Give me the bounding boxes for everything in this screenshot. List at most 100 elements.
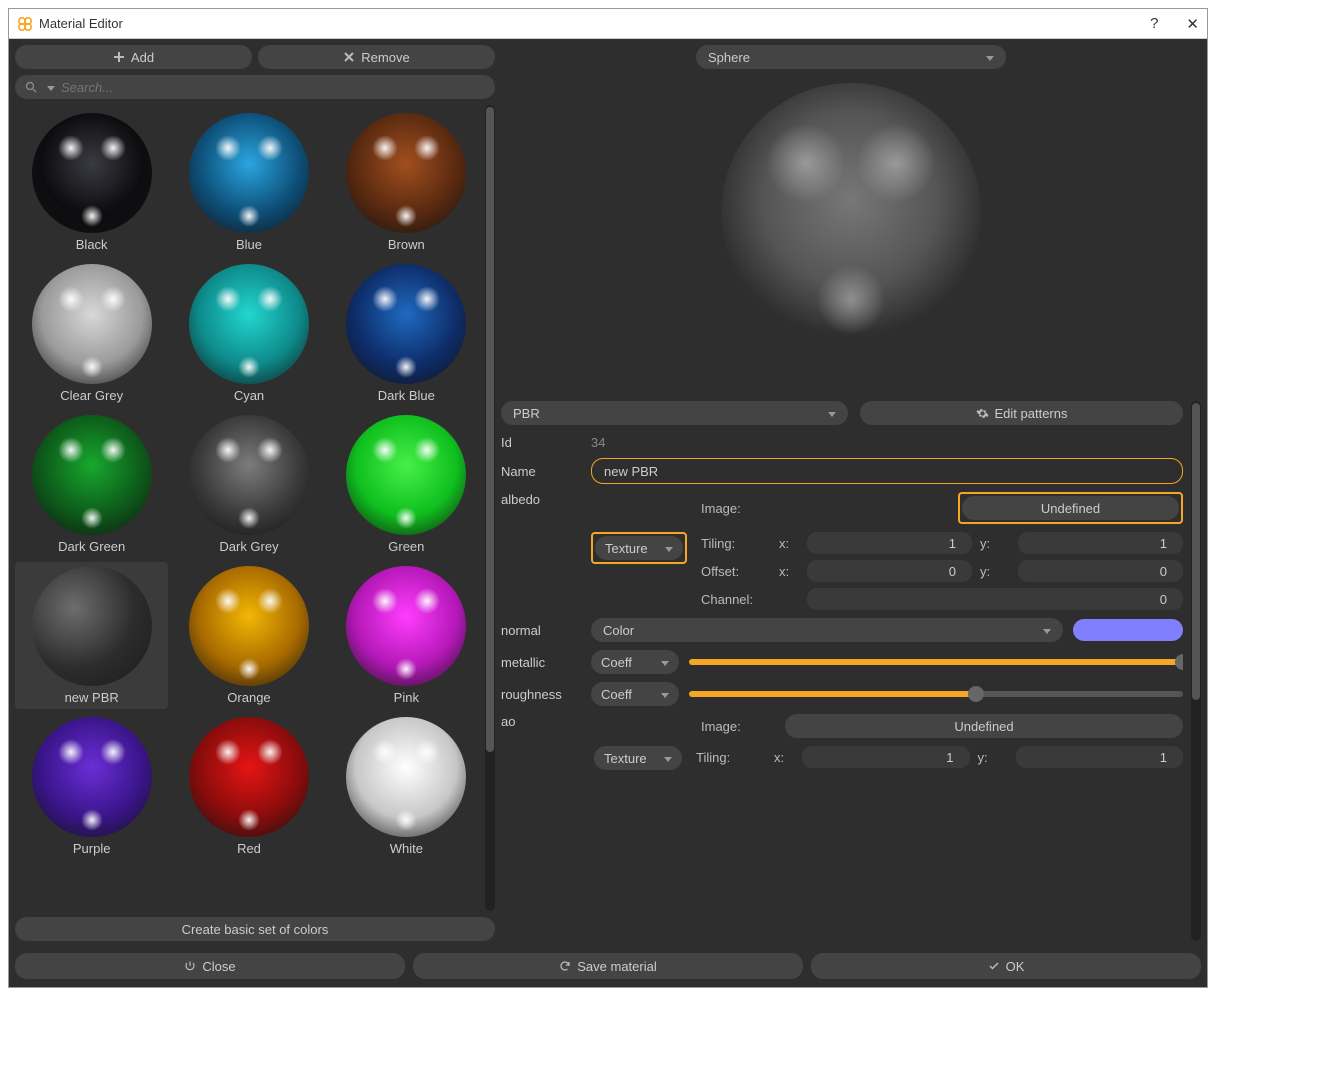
chevron-down-icon bbox=[660, 751, 672, 766]
material-sphere-icon bbox=[189, 113, 309, 233]
search-filter-caret-icon[interactable] bbox=[43, 80, 55, 95]
properties-panel: Sphere PBR bbox=[501, 45, 1201, 941]
window-title: Material Editor bbox=[39, 16, 1150, 31]
ao-image-button[interactable]: Undefined bbox=[785, 714, 1183, 738]
material-label: Cyan bbox=[234, 388, 264, 403]
material-label: Purple bbox=[73, 841, 111, 856]
material-sphere-icon bbox=[346, 264, 466, 384]
material-item[interactable]: Clear Grey bbox=[15, 260, 168, 407]
material-item[interactable]: White bbox=[330, 713, 483, 860]
image-label: Image: bbox=[701, 501, 771, 516]
power-icon bbox=[184, 960, 196, 972]
material-label: Dark Blue bbox=[378, 388, 435, 403]
material-sphere-icon bbox=[346, 113, 466, 233]
metallic-mode-dropdown[interactable]: Coeff bbox=[591, 650, 679, 674]
remove-icon bbox=[343, 51, 355, 63]
material-item[interactable]: Purple bbox=[15, 713, 168, 860]
roughness-slider[interactable] bbox=[689, 683, 1183, 705]
material-item[interactable]: Red bbox=[172, 713, 325, 860]
material-item[interactable]: Cyan bbox=[172, 260, 325, 407]
remove-button[interactable]: Remove bbox=[258, 45, 495, 69]
remove-label: Remove bbox=[361, 50, 409, 65]
albedo-mode-dropdown[interactable]: Texture bbox=[595, 536, 683, 560]
material-sphere-icon bbox=[32, 113, 152, 233]
name-input[interactable] bbox=[591, 458, 1183, 484]
material-item[interactable]: Dark Grey bbox=[172, 411, 325, 558]
ao-tiling-x[interactable]: 1 bbox=[802, 746, 970, 768]
material-item[interactable]: Brown bbox=[330, 109, 483, 256]
chevron-down-icon bbox=[824, 406, 836, 421]
material-scrollbar[interactable] bbox=[485, 105, 495, 911]
search-input[interactable] bbox=[61, 80, 485, 95]
chevron-down-icon bbox=[1039, 623, 1051, 638]
material-item[interactable]: Orange bbox=[172, 562, 325, 709]
material-type-dropdown[interactable]: PBR bbox=[501, 401, 848, 425]
albedo-channel[interactable]: 0 bbox=[807, 588, 1183, 610]
material-sphere-icon bbox=[189, 566, 309, 686]
material-item[interactable]: Black bbox=[15, 109, 168, 256]
ao-label: ao bbox=[501, 714, 581, 729]
albedo-offset-x[interactable]: 0 bbox=[807, 560, 972, 582]
material-sphere-icon bbox=[32, 264, 152, 384]
preview-shape-dropdown[interactable]: Sphere bbox=[696, 45, 1006, 69]
properties-scrollbar[interactable] bbox=[1191, 401, 1201, 941]
material-editor-window: Material Editor ? ✕ Add bbox=[8, 8, 1208, 988]
material-list-panel: Add Remove bbox=[15, 45, 495, 941]
albedo-tiling-x[interactable]: 1 bbox=[807, 532, 972, 554]
app-logo-icon bbox=[17, 16, 33, 32]
titlebar: Material Editor ? ✕ bbox=[9, 9, 1207, 39]
material-item[interactable]: Dark Blue bbox=[330, 260, 483, 407]
albedo-tiling-y[interactable]: 1 bbox=[1018, 532, 1183, 554]
albedo-label: albedo bbox=[501, 492, 581, 507]
ao-tiling-y[interactable]: 1 bbox=[1016, 746, 1184, 768]
ok-button[interactable]: OK bbox=[811, 953, 1201, 979]
normal-color-swatch[interactable] bbox=[1073, 619, 1183, 641]
add-button[interactable]: Add bbox=[15, 45, 252, 69]
add-label: Add bbox=[131, 50, 154, 65]
material-sphere-icon bbox=[189, 415, 309, 535]
ao-mode-dropdown[interactable]: Texture bbox=[594, 746, 682, 770]
material-sphere-icon bbox=[346, 415, 466, 535]
material-label: Brown bbox=[388, 237, 425, 252]
name-label: Name bbox=[501, 464, 581, 479]
normal-mode-dropdown[interactable]: Color bbox=[591, 618, 1063, 642]
content-area: Add Remove bbox=[9, 39, 1207, 987]
material-grid[interactable]: BlackBlue Brown Clear Grey Cyan Dark Blue Dar… bbox=[15, 105, 483, 911]
material-item[interactable]: Pink bbox=[330, 562, 483, 709]
material-item[interactable]: Green bbox=[330, 411, 483, 558]
metallic-slider[interactable] bbox=[689, 651, 1183, 673]
chevron-down-icon bbox=[657, 655, 669, 670]
material-label: Dark Grey bbox=[219, 539, 278, 554]
id-label: Id bbox=[501, 435, 581, 450]
material-label: new PBR bbox=[65, 690, 119, 705]
albedo-offset-y[interactable]: 0 bbox=[1018, 560, 1183, 582]
help-button[interactable]: ? bbox=[1150, 15, 1158, 33]
close-button[interactable]: Close bbox=[15, 953, 405, 979]
material-item[interactable]: Dark Green bbox=[15, 411, 168, 558]
chevron-down-icon bbox=[661, 541, 673, 556]
material-sphere-icon bbox=[189, 264, 309, 384]
create-colors-label: Create basic set of colors bbox=[182, 922, 329, 937]
material-sphere-icon bbox=[32, 566, 152, 686]
window-close-button[interactable]: ✕ bbox=[1186, 15, 1199, 33]
search-field[interactable] bbox=[15, 75, 495, 99]
material-label: White bbox=[390, 841, 423, 856]
albedo-image-button[interactable]: Undefined bbox=[962, 496, 1179, 520]
material-item[interactable]: Blue bbox=[172, 109, 325, 256]
material-sphere-icon bbox=[189, 717, 309, 837]
plus-icon bbox=[113, 51, 125, 63]
chevron-down-icon bbox=[982, 50, 994, 65]
edit-patterns-button[interactable]: Edit patterns bbox=[860, 401, 1183, 425]
check-icon bbox=[988, 960, 1000, 972]
roughness-mode-dropdown[interactable]: Coeff bbox=[591, 682, 679, 706]
material-label: Dark Green bbox=[58, 539, 125, 554]
material-label: Orange bbox=[227, 690, 270, 705]
save-material-button[interactable]: Save material bbox=[413, 953, 803, 979]
material-label: Pink bbox=[394, 690, 419, 705]
edit-patterns-label: Edit patterns bbox=[995, 406, 1068, 421]
create-colors-button[interactable]: Create basic set of colors bbox=[15, 917, 495, 941]
material-sphere-icon bbox=[346, 566, 466, 686]
chevron-down-icon bbox=[657, 687, 669, 702]
preview-shape-value: Sphere bbox=[708, 50, 750, 65]
material-item[interactable]: new PBR bbox=[15, 562, 168, 709]
